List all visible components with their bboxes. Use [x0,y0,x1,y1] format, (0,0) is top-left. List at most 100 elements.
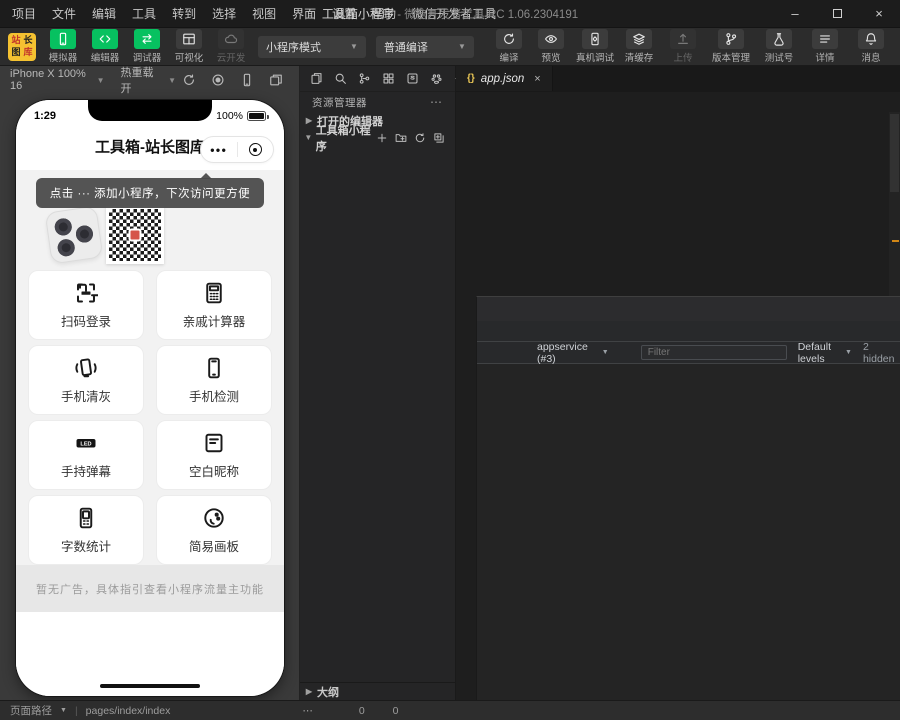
menu-item[interactable]: 工具 [124,0,164,28]
clear-console-icon[interactable] [505,346,518,359]
toolbar-action-测试号[interactable]: 测试号 [762,29,796,64]
mini-app-card-扫码登录[interactable]: 扫码登录 [28,270,144,340]
eye-icon [544,32,558,46]
svg-text:LED: LED [80,441,91,447]
battery-percent: 100% [216,110,243,122]
chevron-down-icon: ▼ [845,349,852,356]
window-title: 工具箱小程序 - 微信开发者工具 RC 1.06.2304191 [322,5,578,22]
console-sidebar-icon[interactable] [484,346,497,359]
toolbar-action-预览[interactable]: 预览 [534,29,568,64]
menu-item[interactable]: 视图 [244,0,284,28]
simulator-toolbar: iPhone X 100% 16 ▼ 热重载 开 ▼ [0,64,299,96]
toolbar-action-清缓存[interactable]: 清缓存 [622,29,656,64]
more-icon[interactable]: ⋯ [302,705,313,717]
mini-app-card-简易画板[interactable]: 简易画板 [156,495,272,565]
phone-mockup: 1:29 100% 工具箱-站长图库 ••• 点击 ··· 添加小程序，下次访问… [16,100,284,696]
mini-app-card-亲戚计算器[interactable]: 亲戚计算器 [156,270,272,340]
toolbar-button-可视化[interactable]: 可视化 [172,29,206,64]
simulator-panel: iPhone X 100% 16 ▼ 热重载 开 ▼ 1:29 100% 工具箱… [0,66,300,700]
menu-item[interactable]: 文件 [44,0,84,28]
search-icon[interactable] [334,72,347,85]
new-folder-icon[interactable] [395,132,407,144]
capsule-menu: ••• [200,136,274,163]
refresh-icon[interactable] [182,73,196,87]
right-actions: 上传 版本管理 测试号 详情 消息 [666,29,892,64]
calculator-icon [202,281,226,305]
project-title: 工具箱小程序 [321,7,394,21]
mini-app-card-手持弹幕[interactable]: LED 手持弹幕 [28,420,144,490]
compile-actions: 编译 预览 真机调试 清缓存 [492,29,656,64]
toolbar-button-编辑器[interactable]: 编辑器 [88,29,122,64]
mini-app-card-字数统计[interactable]: 字数统计 [28,495,144,565]
menu-item[interactable]: 界面 [284,0,324,28]
files-icon[interactable] [310,72,323,85]
mini-app-card-手机清灰[interactable]: 手机清灰 [28,345,144,415]
exit-button[interactable] [238,143,274,156]
plus-icon[interactable] [376,132,388,144]
phone-notch [88,100,212,121]
phone-icon[interactable] [240,73,254,87]
mini-app-card-手机检测[interactable]: 手机检测 [156,345,272,415]
toolbar-action-上传[interactable]: 上传 [666,29,700,64]
menu-item[interactable]: 编辑 [84,0,124,28]
explorer-icon-strip [300,66,466,92]
mode-select[interactable]: 小程序模式 ▼ [258,35,366,58]
chevron-right-icon: ▶ [305,687,313,696]
toolbar-action-编译[interactable]: 编译 [492,29,526,64]
toolbar-button-模拟器[interactable]: 模拟器 [46,29,80,64]
menu-item[interactable]: 转到 [164,0,204,28]
close-tab-icon[interactable]: × [534,73,540,85]
eye-icon[interactable] [276,705,288,717]
page-path-label[interactable]: 页面路径 [10,703,52,718]
more-icon[interactable]: ⋯ [430,95,443,109]
account-avatar[interactable]: 站长图库 [8,32,36,61]
collapse-icon[interactable] [433,132,445,144]
mini-app-card-空白昵称[interactable]: 空白昵称 [156,420,272,490]
chevron-down-icon: ▼ [458,42,466,51]
toolbar-action-真机调试[interactable]: 真机调试 [576,29,614,64]
copy-icon[interactable] [178,705,190,717]
filter-input[interactable] [640,345,787,360]
editor-menu-icon[interactable] [458,130,472,144]
compile-select[interactable]: 普通编译 ▼ [375,35,474,58]
refresh-icon[interactable] [414,132,426,144]
windows-icon[interactable] [269,73,283,87]
maximize-button[interactable] [816,0,858,28]
chevron-down-icon: ▼ [304,133,313,142]
toolbar-action-版本管理[interactable]: 版本管理 [712,29,750,64]
snippet-icon[interactable] [406,72,419,85]
error-count: 0 [358,704,365,717]
toolbar-action-详情[interactable]: 详情 [808,29,842,64]
theme-icon[interactable] [430,72,443,85]
toolbar-button-云开发[interactable]: 云开发 [214,29,248,64]
debug-icon[interactable] [250,705,262,717]
ext-icon[interactable] [382,72,395,85]
live-expression-icon[interactable] [620,346,633,359]
close-button[interactable]: × [858,0,900,28]
window-controls: – × [774,0,900,28]
explorer-header: 资源管理器 ⋯ [312,95,443,109]
context-select[interactable]: appservice (#3) ▼ [534,341,612,365]
record-icon[interactable] [211,73,225,87]
device-select[interactable]: iPhone X 100% 16 [10,68,91,92]
menu-item[interactable]: 选择 [204,0,244,28]
page-path-value: pages/index/index [85,704,171,717]
more-menu-button[interactable]: ••• [201,143,237,157]
tab-app-json[interactable]: {} app.json × [456,66,553,91]
git-icon[interactable] [358,72,371,85]
upload-icon [676,32,690,46]
toolbar-button-调试器[interactable]: 调试器 [130,29,164,64]
status-bar: 页面路径 ▼ | pages/index/index ⋯ 0 0 [0,700,900,720]
outline-section[interactable]: ▶ 大纲 [300,682,455,700]
hidden-count: 2 hidden [862,340,895,365]
hot-reload-toggle[interactable]: 热重载 开 [120,64,162,96]
levels-select[interactable]: Default levels ▼ [795,341,855,365]
console-log-list[interactable] [477,364,900,700]
code-icon [98,32,112,46]
bell-icon [864,32,878,46]
mini-app-navbar: 工具箱-站长图库 ••• [16,128,284,170]
minimize-button[interactable]: – [774,0,816,28]
menu-item[interactable]: 项目 [4,0,44,28]
toolbar-action-消息[interactable]: 消息 [854,29,888,64]
project-section[interactable]: ▼ 工具箱小程序 [300,125,455,153]
